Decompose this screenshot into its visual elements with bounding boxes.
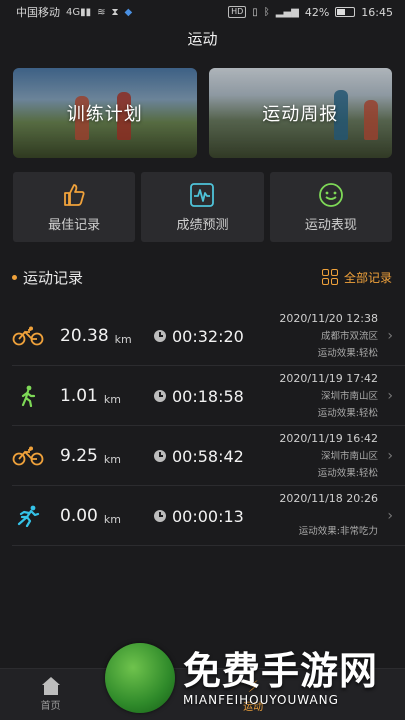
records-title: 运动记录 <box>12 267 83 288</box>
waveform-icon <box>189 182 215 208</box>
distance-value: 0.00 <box>60 506 98 526</box>
clock-icon <box>154 390 166 402</box>
record-row[interactable]: 0.00 km 00:00:13 2020/11/18 20:26 运动效果:非… <box>12 486 405 546</box>
banner-label: 训练计划 <box>66 104 143 125</box>
distance-unit: km <box>103 452 121 466</box>
clock-icon <box>154 510 166 522</box>
hd-icon: HD <box>228 6 247 18</box>
status-left: 中国移动 4G▮▮ ≋ ⧗ ◆ <box>16 4 132 20</box>
record-row[interactable]: 1.01 km 00:18:58 2020/11/19 17:42 深圳市南山区… <box>12 366 405 426</box>
running-icon <box>12 504 44 528</box>
distance-value: 9.25 <box>60 446 98 466</box>
duration-value: 00:58:42 <box>172 446 244 466</box>
bluetooth-icon: ᛒ <box>263 6 270 18</box>
banner-weekly-report[interactable]: 运动周报 <box>208 68 392 158</box>
records-list: 20.38 km 00:32:20 2020/11/20 12:38 成都市双流… <box>0 306 405 546</box>
record-date: 2020/11/20 12:38 <box>279 312 378 325</box>
wifi-icon: ≋ <box>97 6 106 18</box>
tab-fourth[interactable] <box>304 669 405 720</box>
feature-prediction[interactable]: 成绩预测 <box>141 172 264 242</box>
distance-unit: km <box>103 392 121 406</box>
distance-value: 1.01 <box>60 386 98 406</box>
vibrate-icon: ▯ <box>252 6 258 18</box>
record-row[interactable]: 20.38 km 00:32:20 2020/11/20 12:38 成都市双流… <box>12 306 405 366</box>
feature-label: 运动表现 <box>304 217 357 233</box>
bicycle-icon <box>12 444 44 468</box>
record-row[interactable]: 9.25 km 00:58:42 2020/11/19 16:42 深圳市南山区… <box>12 426 405 486</box>
all-records-link[interactable]: 全部记录 <box>321 269 392 286</box>
all-records-label: 全部记录 <box>343 270 392 285</box>
feature-row: 最佳记录 成绩预测 运动表现 <box>13 172 392 242</box>
hourglass-icon: ⧗ <box>111 6 119 18</box>
record-effect: 运动效果:轻松 <box>317 408 378 419</box>
chevron-right-icon: › <box>387 388 393 404</box>
record-location <box>279 508 378 520</box>
bottom-nav: 首页 ⚡ 运动 <box>0 668 405 720</box>
tab-second[interactable] <box>101 669 202 720</box>
chevron-right-icon: › <box>387 448 393 464</box>
tab-label: 首页 <box>40 701 61 712</box>
record-location: 深圳市南山区 <box>320 391 378 402</box>
smiley-icon <box>318 182 344 208</box>
distance-unit: km <box>114 332 132 346</box>
banner-row: 训练计划 运动周报 <box>13 68 392 158</box>
record-effect: 运动效果:轻松 <box>317 468 378 479</box>
tab-label: 运动 <box>243 701 264 713</box>
records-title-text: 运动记录 <box>23 268 84 287</box>
sport-icon: ⚡ <box>247 676 259 696</box>
record-date: 2020/11/18 20:26 <box>279 492 378 505</box>
record-location: 深圳市南山区 <box>320 451 378 462</box>
tab-home[interactable]: 首页 <box>0 669 101 720</box>
walking-icon <box>12 384 44 408</box>
record-date: 2020/11/19 17:42 <box>279 372 378 385</box>
record-date: 2020/11/19 16:42 <box>279 432 378 445</box>
feature-best-record[interactable]: 最佳记录 <box>13 172 136 242</box>
shield-icon: ◆ <box>124 6 133 18</box>
duration-value: 00:18:58 <box>172 386 244 406</box>
status-bar: 中国移动 4G▮▮ ≋ ⧗ ◆ HD ▯ ᛒ ▂▄▆ 42% 16:45 <box>0 0 405 24</box>
records-header: 运动记录 全部记录 <box>12 262 392 292</box>
clock-icon <box>154 450 166 462</box>
bullet-dot <box>12 274 17 280</box>
grid-icon <box>321 269 338 285</box>
signal-icon: 4G▮▮ <box>66 6 92 18</box>
carrier-label: 中国移动 <box>16 6 60 19</box>
clock-time: 16:45 <box>361 5 393 19</box>
tab-sport[interactable]: ⚡ 运动 <box>203 669 304 720</box>
feature-label: 最佳记录 <box>48 217 101 233</box>
battery-icon <box>335 7 356 17</box>
feature-label: 成绩预测 <box>176 217 229 233</box>
distance-value: 20.38 <box>60 326 109 346</box>
thumbs-up-icon <box>61 182 87 208</box>
status-right: HD ▯ ᛒ ▂▄▆ 42% 16:45 <box>228 6 393 19</box>
record-location: 成都市双流区 <box>320 331 378 342</box>
banner-label: 运动周报 <box>262 104 339 125</box>
bicycle-icon <box>12 324 44 348</box>
feature-performance[interactable]: 运动表现 <box>269 172 392 242</box>
record-effect: 运动效果:非常吃力 <box>298 526 378 537</box>
page-title: 运动 <box>187 30 218 48</box>
battery-percent: 42% <box>304 5 330 19</box>
home-icon <box>40 677 62 695</box>
record-effect: 运动效果:轻松 <box>317 348 378 359</box>
duration-value: 00:32:20 <box>172 326 244 346</box>
chevron-right-icon: › <box>387 508 393 524</box>
duration-value: 00:00:13 <box>172 506 244 526</box>
banner-training-plan[interactable]: 训练计划 <box>13 68 197 158</box>
distance-unit: km <box>103 512 121 526</box>
chevron-right-icon: › <box>387 328 393 344</box>
cell-signal-icon: ▂▄▆ <box>275 6 299 18</box>
clock-icon <box>154 330 166 342</box>
